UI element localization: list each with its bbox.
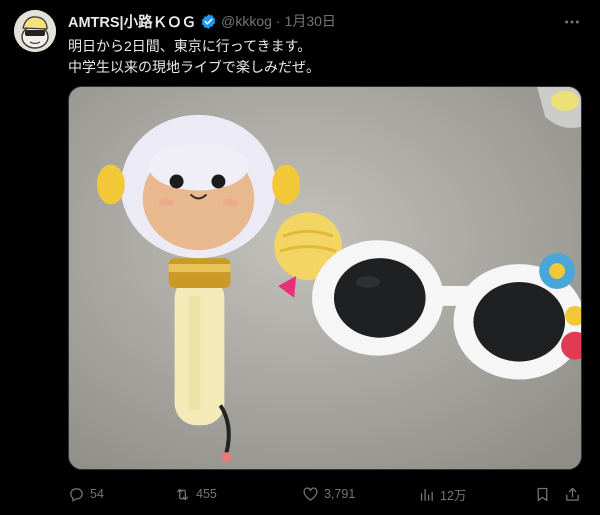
reply-button[interactable]: 54 bbox=[68, 482, 104, 506]
tweet-text-line-1: 明日から2日間、東京に行ってきます。 bbox=[68, 38, 312, 54]
tweet-header: AMTRS|小路ＫＯＧ @kkkog · 1月30日 bbox=[68, 11, 336, 31]
views-count: 12万 bbox=[440, 488, 467, 503]
tweet-date[interactable]: 1月30日 bbox=[285, 11, 336, 31]
avatar[interactable] bbox=[14, 10, 56, 52]
reply-count: 54 bbox=[90, 487, 104, 501]
heart-icon bbox=[303, 486, 318, 501]
views-icon bbox=[420, 488, 433, 501]
views-button[interactable]: 12万 bbox=[418, 482, 466, 506]
retweet-button[interactable]: 455 bbox=[174, 482, 217, 506]
reply-icon bbox=[70, 487, 83, 502]
tweet-photo[interactable] bbox=[68, 86, 582, 470]
more-dots-icon[interactable] bbox=[562, 12, 582, 32]
display-name[interactable]: AMTRS|小路ＫＯＧ bbox=[68, 11, 196, 32]
tweet-text-line-2: 中学生以来の現地ライブで楽しみだぜ。 bbox=[68, 59, 320, 75]
like-button[interactable]: 3,791 bbox=[302, 482, 355, 506]
user-handle[interactable]: @kkkog bbox=[221, 13, 272, 29]
like-count: 3,791 bbox=[324, 487, 356, 501]
bookmark-button[interactable] bbox=[534, 482, 551, 506]
share-icon bbox=[566, 487, 579, 501]
tweet-actions: 54 455 3,791 12万 bbox=[64, 482, 584, 506]
verified-badge-icon bbox=[200, 13, 217, 30]
share-button[interactable] bbox=[564, 482, 581, 506]
separator-dot: · bbox=[275, 13, 281, 29]
retweet-icon bbox=[176, 488, 189, 500]
tweet[interactable]: AMTRS|小路ＫＯＧ @kkkog · 1月30日 明日から2日間、東京に行っ… bbox=[0, 0, 600, 515]
retweet-count: 455 bbox=[196, 487, 217, 501]
bookmark-icon bbox=[537, 487, 548, 501]
tweet-text: 明日から2日間、東京に行ってきます。 中学生以来の現地ライブで楽しみだぜ。 bbox=[68, 36, 568, 78]
